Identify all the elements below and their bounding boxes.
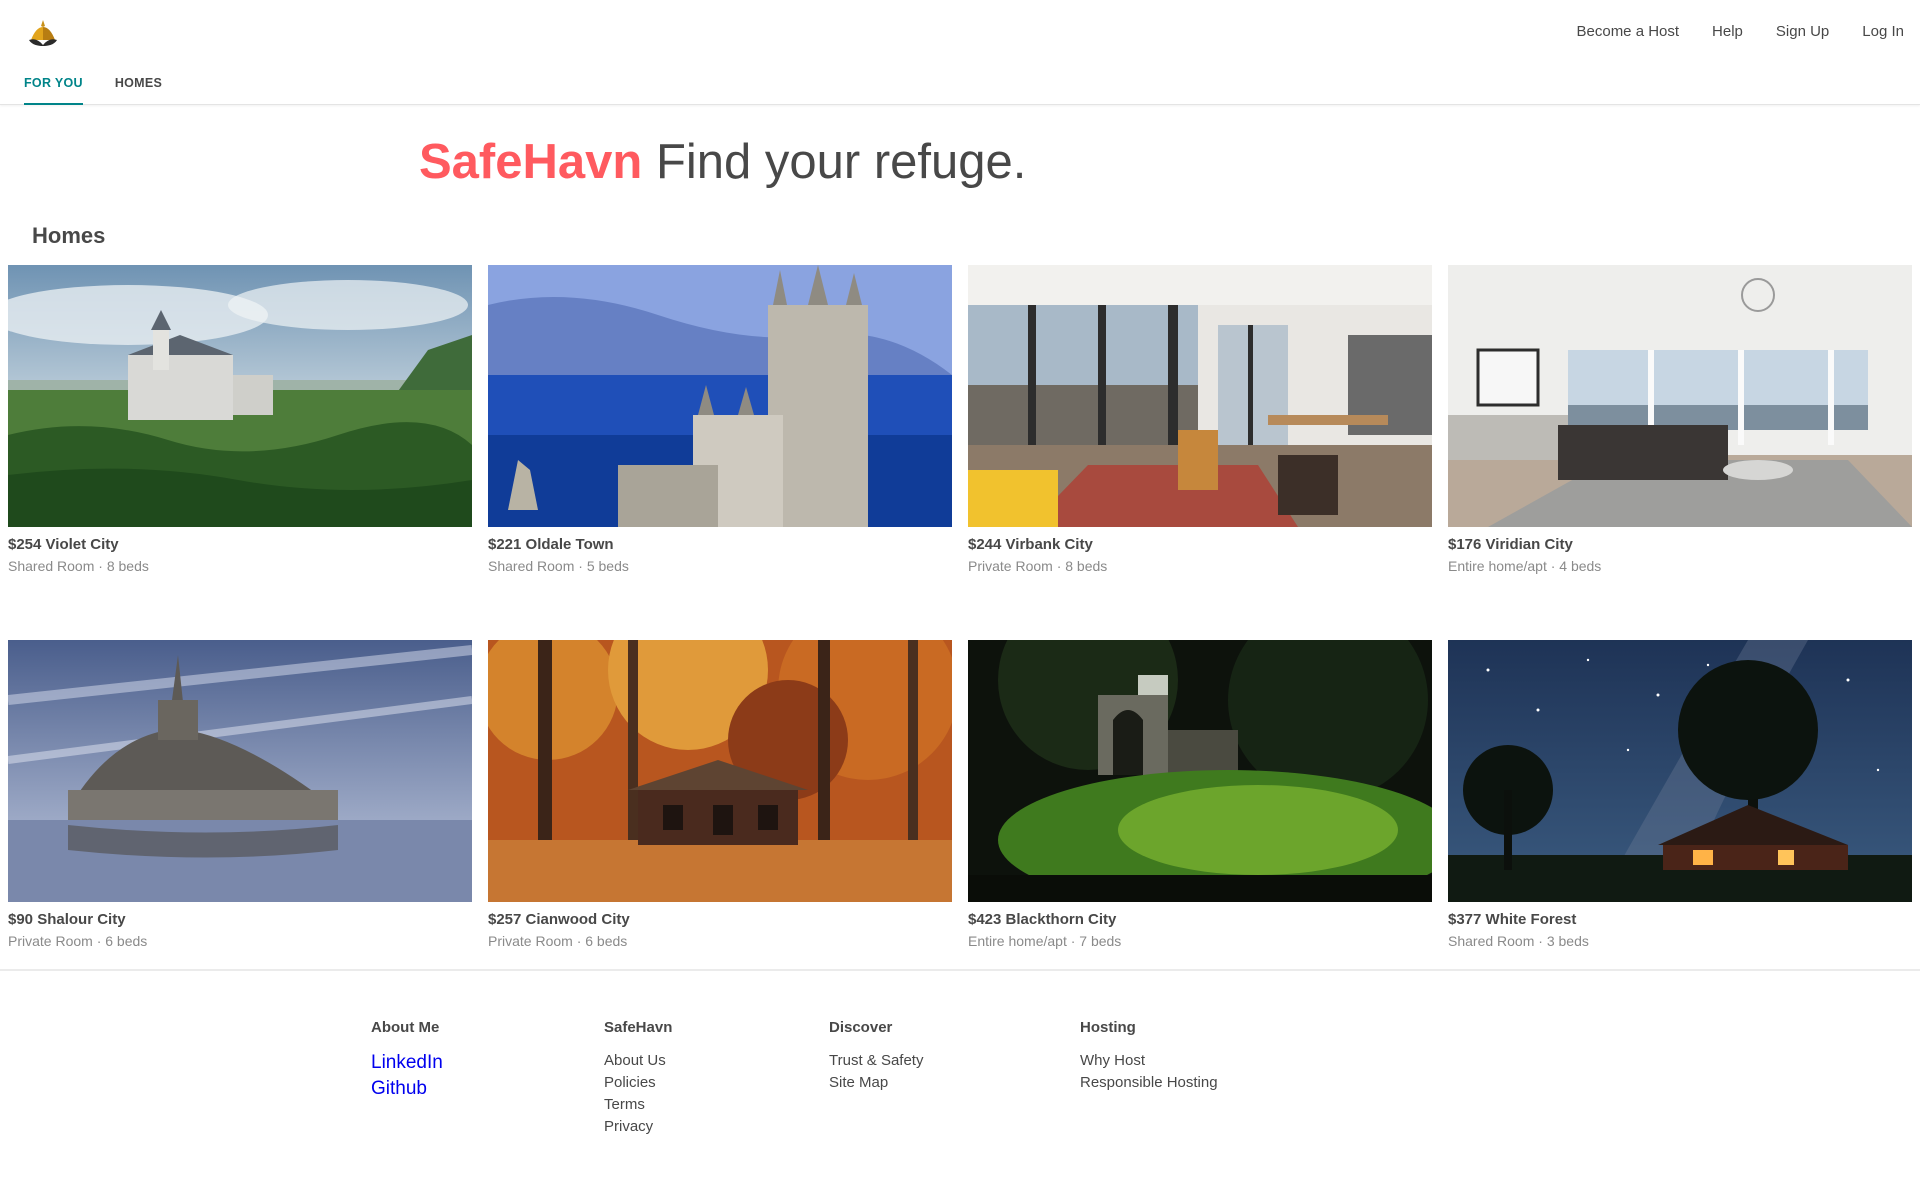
logo-icon[interactable] [26,18,60,48]
category-tabs: FOR YOU HOMES [24,76,194,105]
responsible-hosting-link[interactable]: Responsible Hosting [1080,1072,1218,1094]
footer-safehavn: SafeHavn About Us Policies Terms Privacy [604,1019,672,1138]
policies-link[interactable]: Policies [604,1072,672,1094]
listing-photo-starry-cabin[interactable] [1448,640,1912,902]
listing-photo-castle-mountains[interactable] [8,265,472,527]
listing-subtitle: Shared Room · 8 beds [8,558,149,574]
listing-card[interactable]: $254 Violet City Shared Room · 8 beds [8,265,472,575]
listing-card[interactable]: $377 White Forest Shared Room · 3 beds [1448,640,1912,950]
listing-subtitle: Entire home/apt · 7 beds [968,933,1122,949]
footer-heading: SafeHavn [604,1019,673,1036]
tab-homes[interactable]: HOMES [115,76,162,105]
hero-brand: SafeHavn [419,135,643,189]
listing-title[interactable]: $244 Virbank City [968,536,1432,554]
listing-subtitle: Private Room · 6 beds [8,933,148,949]
terms-link[interactable]: Terms [604,1094,672,1116]
top-nav: Become a Host Help Sign Up Log In [1544,23,1905,41]
footer-heading: Hosting [1080,1019,1136,1036]
listing-subtitle: Shared Room · 5 beds [488,558,629,574]
listing-photo-autumn-cabin[interactable] [488,640,952,902]
listing-card[interactable]: $90 Shalour City Private Room · 6 beds [8,640,472,950]
listings-grid: $254 Violet City Shared Room · 8 beds $2… [8,265,1912,950]
listing-subtitle: Shared Room · 3 beds [1448,933,1589,949]
listing-subtitle: Entire home/apt · 4 beds [1448,558,1602,574]
section-title-homes: Homes [32,223,106,248]
listing-title[interactable]: $221 Oldale Town [488,536,952,554]
listing-title[interactable]: $423 Blackthorn City [968,911,1432,929]
listing-card[interactable]: $257 Cianwood City Private Room · 6 beds [488,640,952,950]
footer-discover: Discover Trust & Safety Site Map [829,1019,923,1094]
listing-photo-island-abbey[interactable] [8,640,472,902]
footer-heading: Discover [829,1019,893,1036]
listing-photo-castle-sea[interactable] [488,265,952,527]
listing-card[interactable]: $176 Viridian City Entire home/apt · 4 b… [1448,265,1912,575]
listing-subtitle: Private Room · 6 beds [488,933,628,949]
listing-title[interactable]: $90 Shalour City [8,911,472,929]
listing-card[interactable]: $423 Blackthorn City Entire home/apt · 7… [968,640,1432,950]
trust-safety-link[interactable]: Trust & Safety [829,1050,923,1072]
listing-photo-modern-living-room[interactable] [968,265,1432,527]
footer-divider [0,969,1920,971]
footer-heading: About Me [371,1019,440,1036]
footer-about-me: About Me LinkedIn Github [371,1019,443,1102]
listing-title[interactable]: $377 White Forest [1448,911,1912,929]
hero-heading: SafeHavn Find your refuge. [419,132,1026,192]
listing-subtitle: Private Room · 8 beds [968,558,1108,574]
footer-hosting: Hosting Why Host Responsible Hosting [1080,1019,1218,1094]
listing-photo-bright-living-room[interactable] [1448,265,1912,527]
sign-up-link[interactable]: Sign Up [1776,23,1829,41]
privacy-link[interactable]: Privacy [604,1116,672,1138]
why-host-link[interactable]: Why Host [1080,1050,1218,1072]
tab-for-you[interactable]: FOR YOU [24,76,83,105]
help-link[interactable]: Help [1712,23,1743,41]
listing-title[interactable]: $254 Violet City [8,536,472,554]
site-header: Become a Host Help Sign Up Log In FOR YO… [0,0,1920,105]
hero-tagline: Find your refuge. [655,135,1027,189]
listing-card[interactable]: $244 Virbank City Private Room · 8 beds [968,265,1432,575]
log-in-link[interactable]: Log In [1862,23,1904,41]
site-map-link[interactable]: Site Map [829,1072,923,1094]
about-us-link[interactable]: About Us [604,1050,672,1072]
listing-title[interactable]: $257 Cianwood City [488,911,952,929]
listing-card[interactable]: $221 Oldale Town Shared Room · 5 beds [488,265,952,575]
listing-photo-forest-ruins[interactable] [968,640,1432,902]
linkedin-link[interactable]: LinkedIn [371,1050,443,1076]
become-host-link[interactable]: Become a Host [1577,23,1680,41]
listing-title[interactable]: $176 Viridian City [1448,536,1912,554]
github-link[interactable]: Github [371,1076,443,1102]
